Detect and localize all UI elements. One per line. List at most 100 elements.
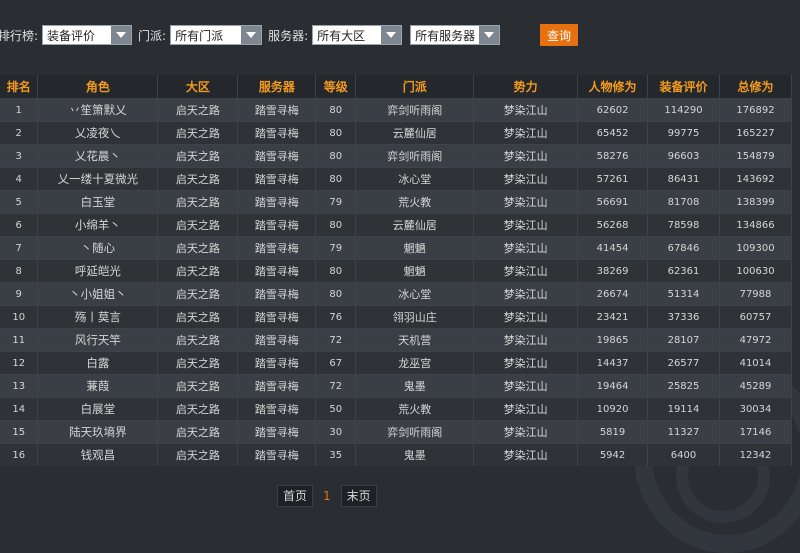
- table-cell: 踏雪寻梅: [237, 420, 317, 444]
- table-row[interactable]: 1 丷笙箫默乂 启天之路 踏雪寻梅 80 弈剑听雨阁 梦染江山 62602 114290 1768…: [0, 98, 793, 122]
- table-row[interactable]: 14 白展堂 启天之路 踏雪寻梅 50 荒火教 梦染江山 10920 19114 30034: [0, 397, 793, 421]
- sect-label: 门派:: [138, 28, 167, 43]
- table-cell: 6: [0, 213, 39, 237]
- table-cell: 45289: [719, 374, 793, 398]
- table-cell: 19464: [577, 374, 649, 398]
- table-cell: 丶小姐姐丶: [37, 282, 159, 306]
- table-cell: 鬼墨: [355, 443, 475, 466]
- table-cell: 踏雪寻梅: [237, 259, 317, 283]
- last-page-button[interactable]: 末页: [340, 485, 377, 507]
- table-cell: 77988: [719, 282, 793, 306]
- table-cell: 启天之路: [157, 98, 239, 122]
- sect-select[interactable]: 所有门派: [170, 25, 263, 45]
- table-cell: 30034: [719, 397, 793, 421]
- server-value: 所有服务器: [415, 28, 476, 43]
- table-cell: 白玉堂: [37, 190, 159, 214]
- table-cell: 6400: [647, 443, 720, 466]
- filter-bar: 排行榜: 装备评价 门派: 所有门派 服务器: 所有大区 所有服务器: [0, 24, 501, 46]
- table-cell: 35: [315, 443, 357, 466]
- chevron-down-icon[interactable]: [111, 26, 132, 44]
- chevron-down-icon[interactable]: [479, 26, 500, 44]
- table-row[interactable]: 15 陆天玖墒界 启天之路 踏雪寻梅 30 弈剑听雨阁 梦染江山 5819 11327 17146: [0, 420, 793, 444]
- table-cell: 4: [0, 167, 39, 191]
- table-cell: 呼延皑光: [37, 259, 159, 283]
- table-row[interactable]: 5 白玉堂 启天之路 踏雪寻梅 79 荒火教 梦染江山 56691 81708 138399: [0, 190, 793, 214]
- server-select[interactable]: 所有服务器: [410, 25, 501, 45]
- table-row[interactable]: 11 风行天竿 启天之路 踏雪寻梅 72 天机营 梦染江山 19865 28107 47972: [0, 328, 793, 352]
- table-cell: 80: [315, 144, 357, 168]
- table-cell: 梦染江山: [473, 420, 579, 444]
- table-cell: 67: [315, 351, 357, 375]
- table-cell: 梦染江山: [473, 351, 579, 375]
- table-cell: 启天之路: [157, 397, 239, 421]
- table-cell: 2: [0, 121, 39, 145]
- table-cell: 19114: [647, 397, 720, 421]
- table-cell: 梦染江山: [473, 305, 579, 329]
- table-cell: 冰心堂: [355, 282, 475, 306]
- table-cell: 踏雪寻梅: [237, 190, 317, 214]
- table-row[interactable]: 12 白露 启天之路 踏雪寻梅 67 龙巫宫 梦染江山 14437 26577 41014: [0, 351, 793, 375]
- table-row[interactable]: 8 呼延皑光 启天之路 踏雪寻梅 80 魍魉 梦染江山 38269 62361 100630: [0, 259, 793, 283]
- table-cell: 81708: [647, 190, 720, 214]
- table-cell: 38269: [577, 259, 649, 283]
- table-cell: 154879: [719, 144, 793, 168]
- region-select[interactable]: 所有大区: [312, 25, 403, 45]
- table-cell: 8: [0, 259, 39, 283]
- table-cell: 114290: [647, 98, 720, 122]
- table-cell: 丷笙箫默乂: [37, 98, 159, 122]
- table-cell: 启天之路: [157, 236, 239, 260]
- table-cell: 踏雪寻梅: [237, 328, 317, 352]
- table-cell: 启天之路: [157, 121, 239, 145]
- table-cell: 11327: [647, 420, 720, 444]
- table-cell: 78598: [647, 213, 720, 237]
- table-cell: 67846: [647, 236, 720, 260]
- table-row[interactable]: 13 蒹葭 启天之路 踏雪寻梅 72 鬼墨 梦染江山 19464 25825 45289: [0, 374, 793, 398]
- table-cell: 启天之路: [157, 443, 239, 466]
- table-row[interactable]: 4 乂一缕十夏微光 启天之路 踏雪寻梅 80 冰心堂 梦染江山 57261 86431 14369…: [0, 167, 793, 191]
- table-cell: 梦染江山: [473, 213, 579, 237]
- table-row[interactable]: 6 小绵羊丶 启天之路 踏雪寻梅 80 云麓仙居 梦染江山 56268 78598 134866: [0, 213, 793, 237]
- table-cell: 白展堂: [37, 397, 159, 421]
- table-cell: 65452: [577, 121, 649, 145]
- chevron-down-icon[interactable]: [241, 26, 262, 44]
- table-cell: 梦染江山: [473, 190, 579, 214]
- table-cell: 梦染江山: [473, 236, 579, 260]
- table-cell: 踏雪寻梅: [237, 282, 317, 306]
- table-cell: 小绵羊丶: [37, 213, 159, 237]
- rank-type-select[interactable]: 装备评价: [42, 25, 133, 45]
- table-cell: 12: [0, 351, 39, 375]
- table-cell: 62602: [577, 98, 649, 122]
- server-label: 服务器:: [268, 28, 309, 43]
- table-cell: 17146: [719, 420, 793, 444]
- table-row[interactable]: 10 殇丨莫言 启天之路 踏雪寻梅 76 翎羽山庄 梦染江山 23421 37336 60757: [0, 305, 793, 329]
- table-cell: 荒火教: [355, 397, 475, 421]
- table-row[interactable]: 16 钱观昌 启天之路 踏雪寻梅 35 鬼墨 梦染江山 5942 6400 12342: [0, 443, 793, 466]
- table-cell: 弈剑听雨阁: [355, 98, 475, 122]
- chevron-down-icon[interactable]: [381, 26, 402, 44]
- table-cell: 魍魉: [355, 259, 475, 283]
- table-cell: 启天之路: [157, 282, 239, 306]
- table-cell: 79: [315, 236, 357, 260]
- table-cell: 梦染江山: [473, 259, 579, 283]
- table-cell: 乂花晨丶: [37, 144, 159, 168]
- table-cell: 28107: [647, 328, 720, 352]
- first-page-button[interactable]: 首页: [277, 485, 314, 507]
- table-cell: 5942: [577, 443, 649, 466]
- table-cell: 10: [0, 305, 39, 329]
- query-button[interactable]: 查询: [540, 24, 578, 46]
- table-cell: 踏雪寻梅: [237, 144, 317, 168]
- table-row[interactable]: 3 乂花晨丶 启天之路 踏雪寻梅 80 弈剑听雨阁 梦染江山 58276 96603 154879: [0, 144, 793, 168]
- table-row[interactable]: 9 丶小姐姐丶 启天之路 踏雪寻梅 80 冰心堂 梦染江山 26674 51314 77988: [0, 282, 793, 306]
- table-cell: 龙巫宫: [355, 351, 475, 375]
- table-cell: 16: [0, 443, 39, 466]
- table-cell: 梦染江山: [473, 98, 579, 122]
- table-row[interactable]: 2 乂凌夜乀 启天之路 踏雪寻梅 80 云麓仙居 梦染江山 65452 99775 165227: [0, 121, 793, 145]
- table-cell: 15: [0, 420, 39, 444]
- table-cell: 荒火教: [355, 190, 475, 214]
- table-cell: 魍魉: [355, 236, 475, 260]
- table-cell: 80: [315, 98, 357, 122]
- ranking-table: 排名 角色 大区 服务器 等级 门派 势力 人物修为 装备评价 总修为 1 丷笙箫默乂 启天之路 踏雪寻…: [0, 75, 793, 466]
- table-cell: 启天之路: [157, 374, 239, 398]
- table-row[interactable]: 7 丶随心 启天之路 踏雪寻梅 79 魍魉 梦染江山 41454 67846 109300: [0, 236, 793, 260]
- table-cell: 26674: [577, 282, 649, 306]
